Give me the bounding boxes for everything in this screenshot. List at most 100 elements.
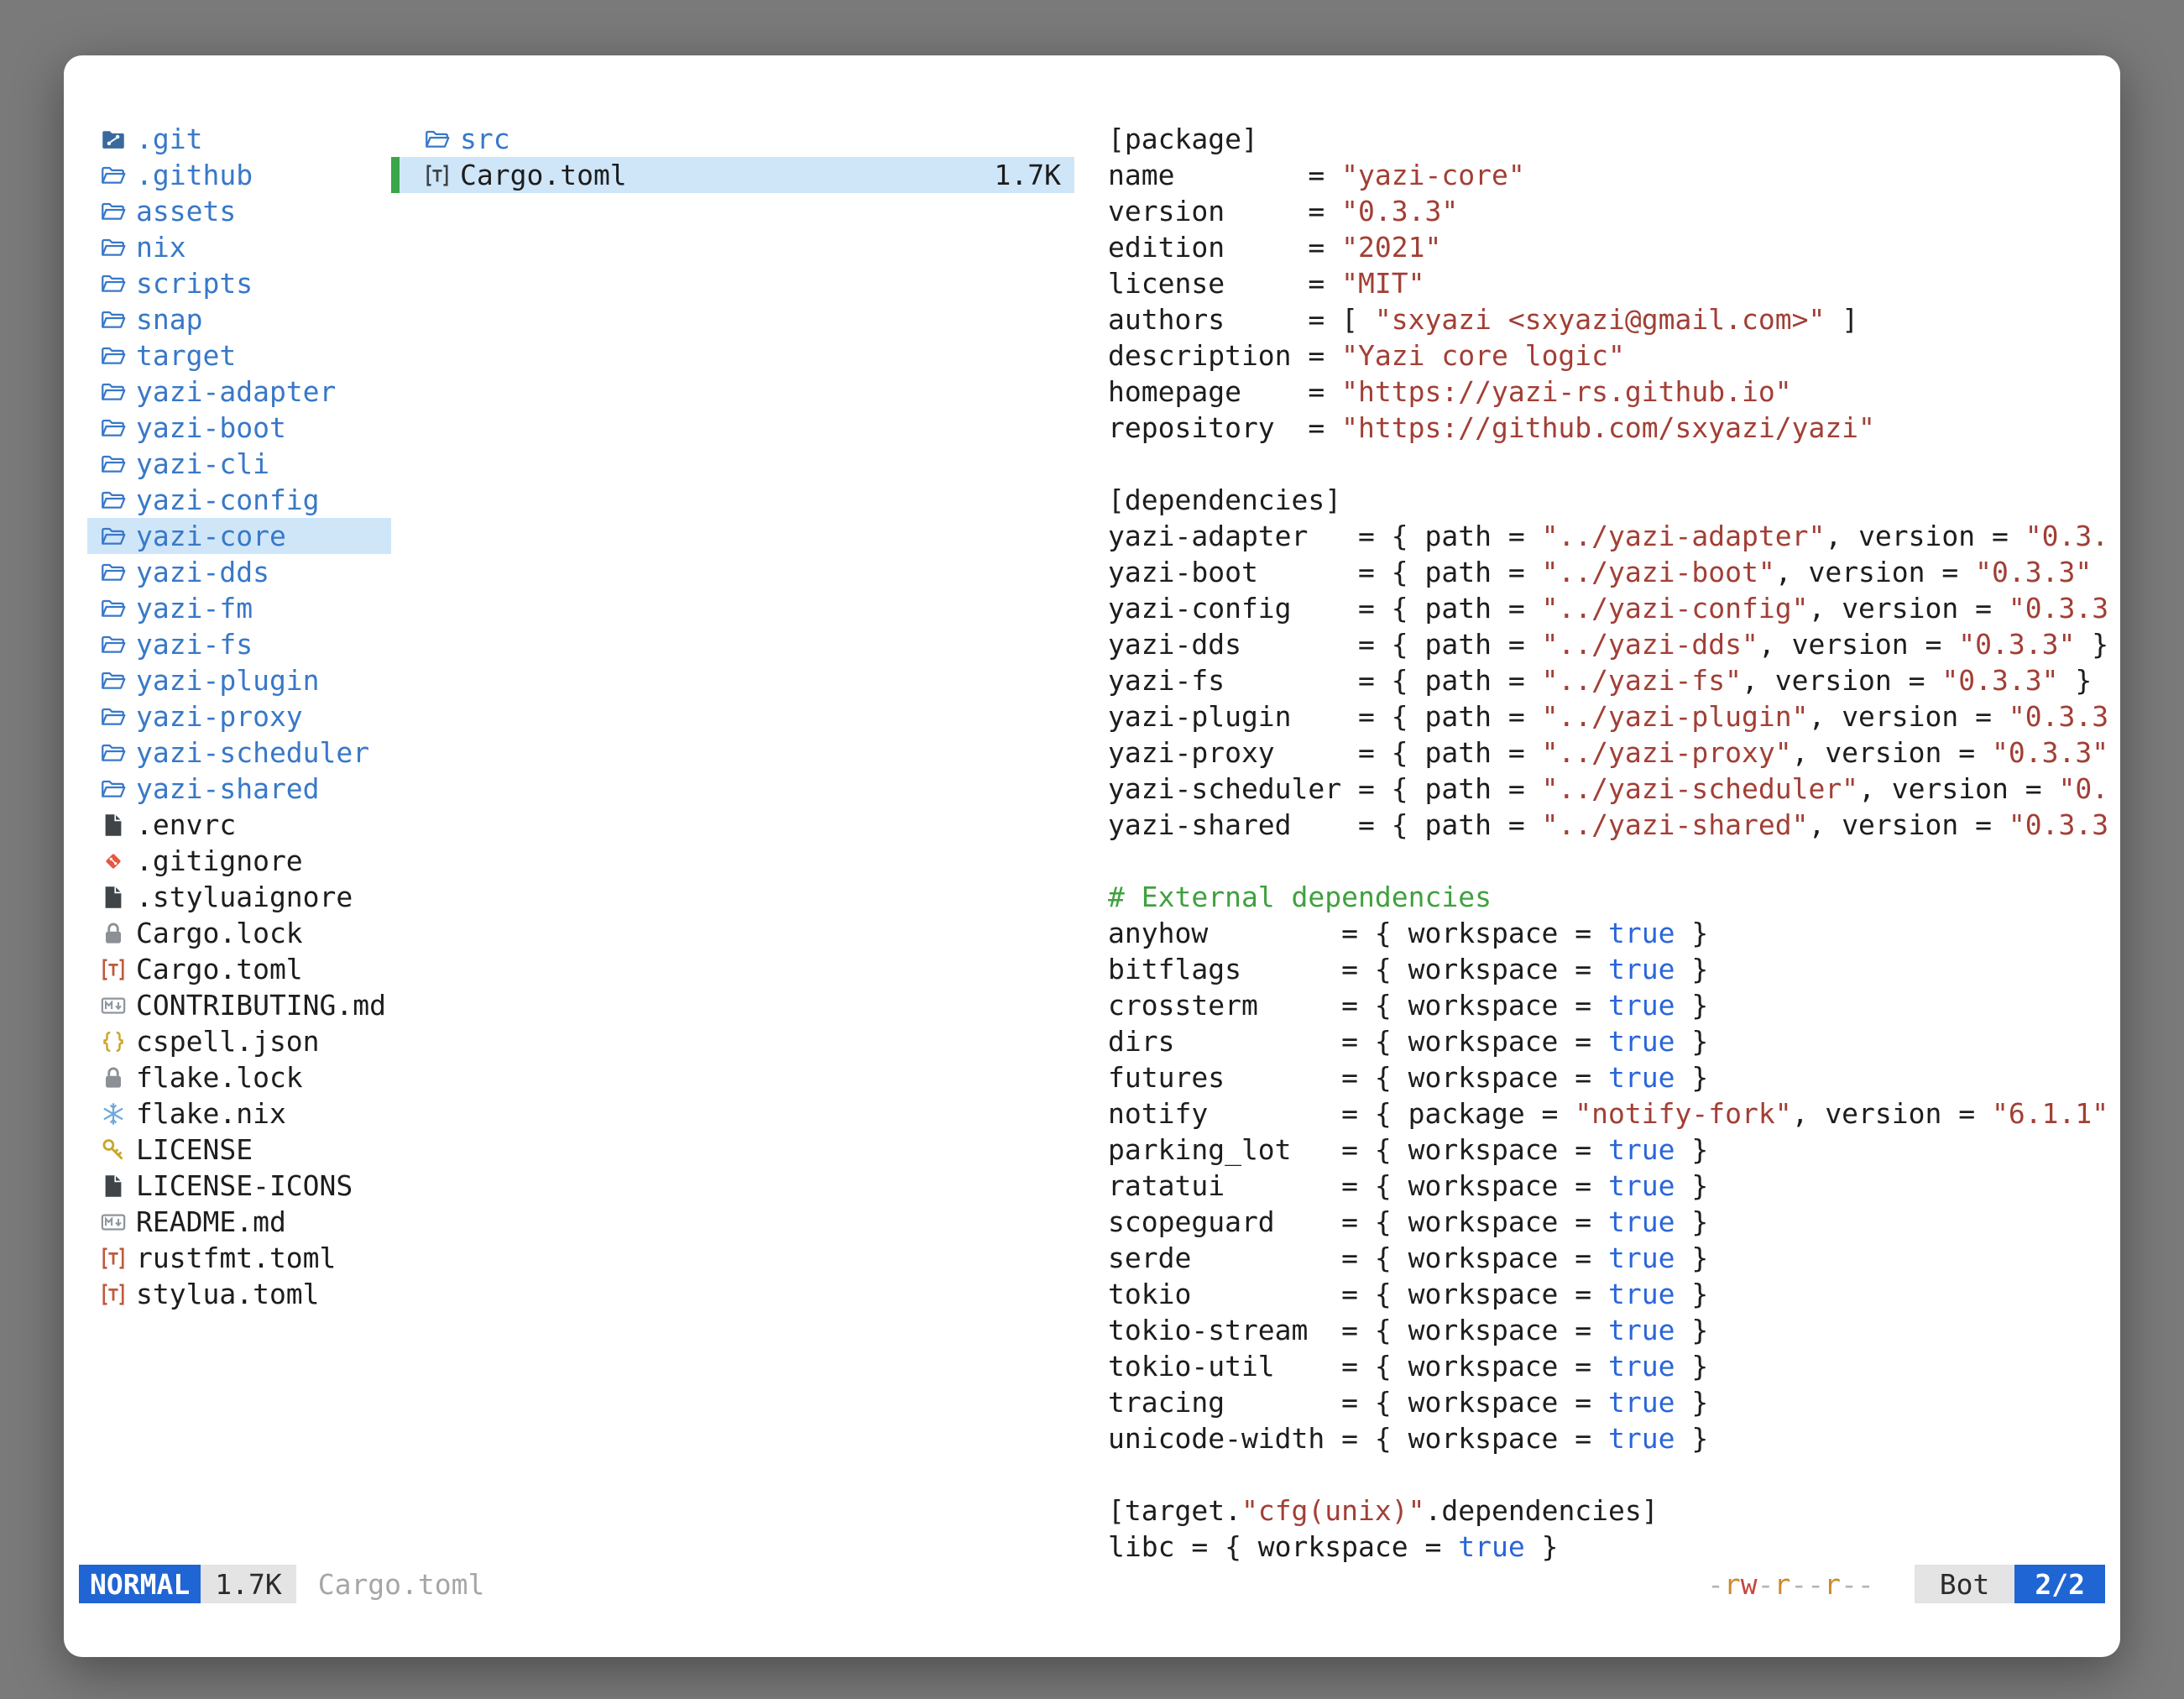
parent-entry[interactable]: assets (87, 193, 391, 229)
entry-name: snap (136, 301, 202, 337)
current-pane: srcCargo.toml1.7K (391, 121, 1074, 193)
folder-icon (101, 524, 126, 549)
preview-line: description = "Yazi core logic" (1108, 337, 2107, 374)
preview-line: notify = { package = "notify-fork", vers… (1108, 1095, 2107, 1132)
folder-icon (101, 560, 126, 585)
parent-entry[interactable]: CONTRIBUTING.md (87, 987, 391, 1023)
entry-name: cspell.json (136, 1023, 320, 1059)
folder-icon (101, 235, 126, 260)
folder-icon (101, 163, 126, 188)
parent-entry[interactable]: LICENSE (87, 1132, 391, 1168)
parent-entry[interactable]: yazi-fm (87, 590, 391, 626)
parent-entry[interactable]: flake.nix (87, 1095, 391, 1132)
preview-line: [target."cfg(unix)".dependencies] (1108, 1493, 2107, 1529)
lock-icon (101, 921, 126, 946)
parent-entry[interactable]: yazi-config (87, 482, 391, 518)
parent-entry[interactable]: yazi-core (87, 518, 391, 554)
file-size-badge: 1.7K (201, 1565, 295, 1603)
parent-entry[interactable]: yazi-dds (87, 554, 391, 590)
key-icon (101, 1137, 126, 1163)
entry-name: LICENSE (136, 1132, 253, 1168)
entry-name: flake.nix (136, 1095, 286, 1132)
preview-line: yazi-fs = { path = "../yazi-fs", version… (1108, 662, 2107, 698)
parent-entry[interactable]: yazi-cli (87, 446, 391, 482)
entry-name: Cargo.toml (460, 157, 627, 193)
file-icon (101, 885, 126, 910)
parent-entry[interactable]: .github (87, 157, 391, 193)
parent-entry[interactable]: nix (87, 229, 391, 265)
folder-icon (101, 488, 126, 513)
preview-line: futures = { workspace = true } (1108, 1059, 2107, 1095)
preview-line: parking_lot = { workspace = true } (1108, 1132, 2107, 1168)
preview-line: dirs = { workspace = true } (1108, 1023, 2107, 1059)
status-left: NORMAL 1.7K Cargo.toml (79, 1565, 484, 1603)
entry-name: .git (136, 121, 202, 157)
status-right: -rw-r--r-- Bot 2/2 (1707, 1565, 2105, 1603)
parent-entry[interactable]: .git (87, 121, 391, 157)
entry-name: yazi-boot (136, 410, 286, 446)
folder-icon (101, 271, 126, 296)
entry-name: yazi-shared (136, 771, 320, 807)
parent-entry[interactable]: flake.lock (87, 1059, 391, 1095)
parent-entry[interactable]: cspell.json (87, 1023, 391, 1059)
folder-icon (101, 379, 126, 405)
entry-name: yazi-scheduler (136, 734, 369, 771)
preview-line: yazi-shared = { path = "../yazi-shared",… (1108, 807, 2107, 843)
parent-entry[interactable]: .gitignore (87, 843, 391, 879)
entry-name: yazi-plugin (136, 662, 320, 698)
entry-name: flake.lock (136, 1059, 303, 1095)
toml-icon (101, 1282, 126, 1307)
parent-entry[interactable]: yazi-plugin (87, 662, 391, 698)
parent-entry[interactable]: yazi-proxy (87, 698, 391, 734)
preview-line: yazi-adapter = { path = "../yazi-adapter… (1108, 518, 2107, 554)
folder-icon (101, 452, 126, 477)
parent-entry[interactable]: yazi-fs (87, 626, 391, 662)
parent-entry[interactable]: .styluaignore (87, 879, 391, 915)
parent-entry[interactable]: yazi-adapter (87, 374, 391, 410)
md-icon (101, 993, 126, 1018)
entry-name: yazi-fm (136, 590, 253, 626)
preview-line: yazi-proxy = { path = "../yazi-proxy", v… (1108, 734, 2107, 771)
yazi-window: .git.githubassetsnixscriptssnaptargetyaz… (64, 55, 2120, 1657)
entry-name: CONTRIBUTING.md (136, 987, 386, 1023)
file-permissions: -rw-r--r-- (1707, 1568, 1874, 1601)
entry-name: yazi-dds (136, 554, 269, 590)
parent-entry[interactable]: Cargo.lock (87, 915, 391, 951)
preview-line: [package] (1108, 121, 2107, 157)
parent-entry[interactable]: target (87, 337, 391, 374)
entry-name: rustfmt.toml (136, 1240, 336, 1276)
current-entry[interactable]: Cargo.toml1.7K (391, 157, 1074, 193)
entry-name: assets (136, 193, 236, 229)
parent-entry[interactable]: README.md (87, 1204, 391, 1240)
parent-entry[interactable]: yazi-scheduler (87, 734, 391, 771)
current-entry[interactable]: src (391, 121, 1074, 157)
entry-name: stylua.toml (136, 1276, 320, 1312)
parent-entry[interactable]: Cargo.toml (87, 951, 391, 987)
parent-entry[interactable]: .envrc (87, 807, 391, 843)
parent-entry[interactable]: scripts (87, 265, 391, 301)
preview-pane: [package]name = "yazi-core"version = "0.… (1108, 121, 2107, 1576)
parent-entry[interactable]: LICENSE-ICONS (87, 1168, 391, 1204)
parent-entry[interactable]: snap (87, 301, 391, 337)
entry-name: src (460, 121, 510, 157)
entry-name: scripts (136, 265, 253, 301)
cursor-bar (391, 157, 400, 193)
entry-name: README.md (136, 1204, 286, 1240)
folder-icon (101, 776, 126, 802)
parent-entry[interactable]: stylua.toml (87, 1276, 391, 1312)
preview-line: unicode-width = { workspace = true } (1108, 1420, 2107, 1456)
preview-line: tokio-util = { workspace = true } (1108, 1348, 2107, 1384)
preview-line: serde = { workspace = true } (1108, 1240, 2107, 1276)
entry-name: yazi-config (136, 482, 320, 518)
parent-entry[interactable]: rustfmt.toml (87, 1240, 391, 1276)
folder-icon (101, 416, 126, 441)
preview-line: ratatui = { workspace = true } (1108, 1168, 2107, 1204)
preview-line: authors = [ "sxyazi <sxyazi@gmail.com>" … (1108, 301, 2107, 337)
parent-entry[interactable]: yazi-shared (87, 771, 391, 807)
folder-icon (101, 307, 126, 332)
entry-name: .styluaignore (136, 879, 353, 915)
parent-entry[interactable]: yazi-boot (87, 410, 391, 446)
folder-icon (425, 127, 450, 152)
entry-name: Cargo.toml (136, 951, 303, 987)
folder-icon (101, 668, 126, 693)
